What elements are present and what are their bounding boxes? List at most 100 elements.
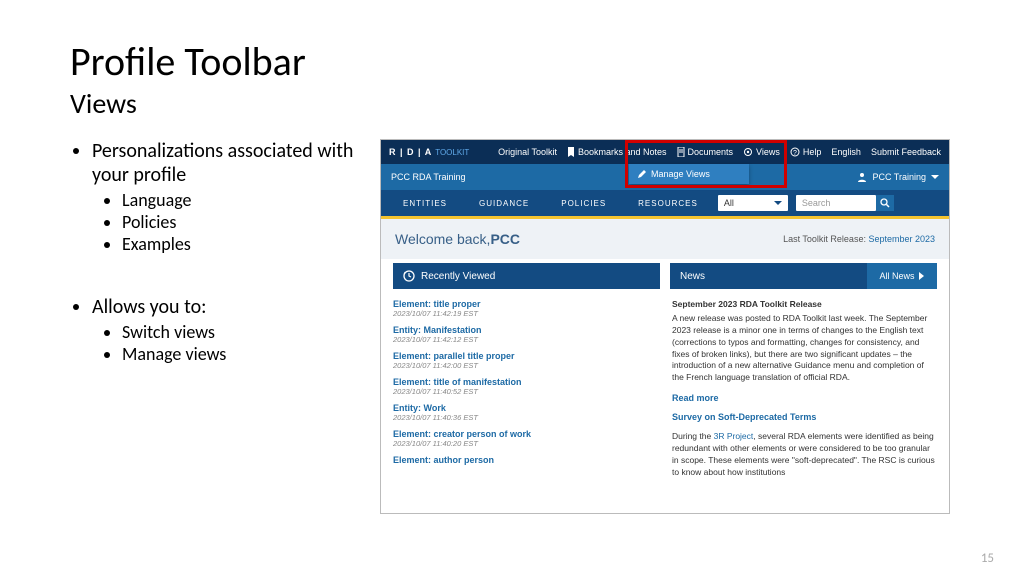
chevron-down-icon <box>774 201 782 206</box>
list-item[interactable]: Element: title of manifestation2023/10/0… <box>393 377 656 396</box>
search-button[interactable] <box>876 195 894 211</box>
item-title: Element: creator person of work <box>393 429 656 439</box>
survey-link[interactable]: Survey on Soft-Deprecated Terms <box>672 411 935 424</box>
item-date: 2023/10/07 11:42:19 EST <box>393 309 656 318</box>
gear-icon <box>743 147 753 157</box>
3r-project-link[interactable]: 3R Project <box>714 431 754 441</box>
welcome-name: PCC <box>490 231 520 247</box>
search-input[interactable]: Search <box>796 195 876 211</box>
manage-views-label: Manage Views <box>651 169 710 179</box>
text-fragment: During the <box>672 431 714 441</box>
navbar: ENTITIES GUIDANCE POLICIES RESOURCES All… <box>381 190 949 216</box>
all-news-button[interactable]: All News <box>867 263 937 289</box>
document-icon <box>677 147 685 157</box>
user-menu[interactable]: PCC Training <box>857 172 939 182</box>
bar2: PCC RDA Training Manage Views PCC Traini… <box>381 164 949 190</box>
recently-viewed-header: Recently Viewed <box>393 263 660 289</box>
slide-content: Personalizations associated with your pr… <box>70 139 954 514</box>
news-text: A new release was posted to RDA Toolkit … <box>672 313 935 384</box>
clock-icon <box>403 270 415 282</box>
welcome-strip: Welcome back, PCC Last Toolkit Release: … <box>381 219 949 259</box>
recent-body: Element: title proper2023/10/07 11:42:19… <box>393 289 660 472</box>
bullet-sub: Policies <box>122 211 370 233</box>
list-item[interactable]: Entity: Manifestation2023/10/07 11:42:12… <box>393 325 656 344</box>
item-title: Element: title of manifestation <box>393 377 656 387</box>
user-icon <box>857 172 867 182</box>
link-label: Help <box>803 147 822 157</box>
item-title: Element: parallel title proper <box>393 351 656 361</box>
welcome-prefix: Welcome back, <box>395 231 490 247</box>
nav-entities[interactable]: ENTITIES <box>387 199 463 208</box>
chevron-right-icon <box>919 272 925 280</box>
documents-link[interactable]: Documents <box>677 147 734 157</box>
nav-policies[interactable]: POLICIES <box>545 199 622 208</box>
news-text-2: During the 3R Project, several RDA eleme… <box>672 431 935 479</box>
app-window: R | D | A TOOLKIT Original Toolkit Bookm… <box>380 139 950 514</box>
training-label: PCC RDA Training <box>391 172 466 182</box>
all-news-label: All News <box>879 271 914 281</box>
news-panel: News All News September 2023 RDA Toolkit… <box>670 263 937 479</box>
list-item[interactable]: Element: title proper2023/10/07 11:42:19… <box>393 299 656 318</box>
bullet-sub: Language <box>122 189 370 211</box>
logo[interactable]: R | D | A TOOLKIT <box>389 147 469 157</box>
last-release: Last Toolkit Release: September 2023 <box>783 234 935 244</box>
release-value: September 2023 <box>868 234 935 244</box>
svg-text:?: ? <box>793 150 797 157</box>
bullet-text: Personalizations associated with your pr… <box>92 139 353 187</box>
original-toolkit-link[interactable]: Original Toolkit <box>498 147 557 157</box>
slide: Profile Toolbar Views Personalizations a… <box>0 0 1024 576</box>
panels: Recently Viewed Element: title proper202… <box>381 263 949 479</box>
link-label: Documents <box>688 147 734 157</box>
list-item[interactable]: Element: parallel title proper2023/10/07… <box>393 351 656 370</box>
help-icon: ? <box>790 147 800 157</box>
item-date: 2023/10/07 11:40:36 EST <box>393 413 656 422</box>
manage-views-popup[interactable]: Manage Views <box>629 164 749 184</box>
topbar: R | D | A TOOLKIT Original Toolkit Bookm… <box>381 140 949 164</box>
panel-title: Recently Viewed <box>421 271 495 282</box>
news-header: News <box>670 263 867 289</box>
bullet-text: Allows you to: <box>92 295 206 319</box>
search-icon <box>880 198 890 208</box>
bullet-main-1: Personalizations associated with your pr… <box>92 139 370 255</box>
panel-title: News <box>680 271 705 282</box>
bullets: Personalizations associated with your pr… <box>70 139 370 514</box>
nav-guidance[interactable]: GUIDANCE <box>463 199 545 208</box>
item-date: 2023/10/07 11:40:20 EST <box>393 439 656 448</box>
feedback-link[interactable]: Submit Feedback <box>871 147 941 157</box>
link-label: Views <box>756 147 780 157</box>
bookmarks-link[interactable]: Bookmarks and Notes <box>567 147 667 157</box>
pencil-icon <box>637 170 646 179</box>
list-item[interactable]: Element: creator person of work2023/10/0… <box>393 429 656 448</box>
all-label: All <box>724 198 734 208</box>
bullet-sub: Switch views <box>122 321 370 343</box>
bullet-sub: Manage views <box>122 343 370 365</box>
recently-viewed-panel: Recently Viewed Element: title proper202… <box>393 263 660 479</box>
news-headline: September 2023 RDA Toolkit Release <box>672 299 935 311</box>
bookmark-icon <box>567 147 575 157</box>
news-body: September 2023 RDA Toolkit Release A new… <box>670 289 937 479</box>
list-item[interactable]: Element: author person <box>393 455 656 465</box>
bullet-main-2: Allows you to: Switch views Manage views <box>92 295 370 365</box>
all-select[interactable]: All <box>718 195 788 211</box>
item-title: Element: author person <box>393 455 656 465</box>
help-link[interactable]: ? Help <box>790 147 822 157</box>
screenshot-container: R | D | A TOOLKIT Original Toolkit Bookm… <box>380 139 954 514</box>
search-placeholder: Search <box>802 198 831 208</box>
release-label: Last Toolkit Release: <box>783 234 868 244</box>
bullet-sub: Examples <box>122 233 370 255</box>
nav-resources[interactable]: RESOURCES <box>622 199 714 208</box>
list-item[interactable]: Entity: Work2023/10/07 11:40:36 EST <box>393 403 656 422</box>
item-date: 2023/10/07 11:42:00 EST <box>393 361 656 370</box>
link-label: Bookmarks and Notes <box>578 147 667 157</box>
logo-rda: R | D | A <box>389 147 432 157</box>
views-link[interactable]: Views <box>743 147 780 157</box>
read-more-link[interactable]: Read more <box>672 392 935 405</box>
item-title: Entity: Manifestation <box>393 325 656 335</box>
language-link[interactable]: English <box>831 147 861 157</box>
item-title: Entity: Work <box>393 403 656 413</box>
item-title: Element: title proper <box>393 299 656 309</box>
page-number: 15 <box>981 551 994 566</box>
slide-title: Profile Toolbar <box>70 40 954 84</box>
slide-subtitle: Views <box>70 86 954 121</box>
item-date: 2023/10/07 11:42:12 EST <box>393 335 656 344</box>
